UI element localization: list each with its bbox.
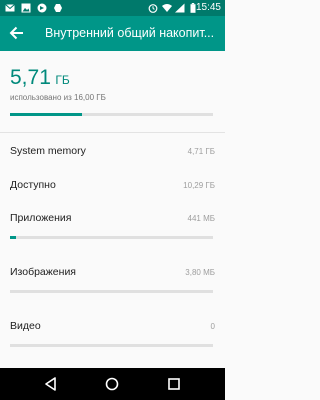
row-label: Изображения [10,266,76,278]
used-amount: 5,71 ГБ [10,66,70,90]
row-available[interactable]: Доступно 10,29 ГБ [0,168,225,201]
status-bar: 15:45 [0,0,225,16]
row-video[interactable]: Видео 0 [0,307,225,368]
storage-progress-fill [10,113,83,116]
storage-progress-bar [10,113,213,116]
sync-icon [37,3,47,13]
row-label: Приложения [10,212,72,224]
row-progress-fill [10,236,17,239]
page-title: Внутренний общий накопит... [45,26,215,40]
wifi-icon [162,4,172,12]
row-label: Видео [10,320,41,332]
mail-icon [5,4,15,12]
row-progress-bar [10,236,213,239]
used-unit: ГБ [55,73,70,87]
row-progress-bar [10,344,213,347]
home-circle-icon[interactable] [104,376,120,392]
row-value: 441 МБ [187,214,215,223]
alarm-icon [148,4,158,13]
used-of-total-text: использовано из 16,00 ГБ [10,93,106,102]
storage-summary: 5,71 ГБ использовано из 16,00 ГБ [0,51,225,132]
row-value: 10,29 ГБ [183,181,215,190]
row-apps[interactable]: Приложения 441 МБ [0,201,225,253]
row-value: 4,71 ГБ [187,147,215,156]
cell-signal-icon [175,3,185,13]
recents-square-icon[interactable] [166,376,182,392]
row-label: Доступно [10,179,56,191]
cloud-icon [54,4,62,12]
row-system-memory[interactable]: System memory 4,71 ГБ [0,133,225,168]
back-arrow-icon[interactable] [6,22,28,44]
used-value: 5,71 [10,66,51,89]
row-value: 0 [210,322,215,331]
back-triangle-icon[interactable] [43,376,59,392]
row-progress-bar [10,290,213,293]
row-label: System memory [10,145,86,157]
status-time: 15:45 [195,2,221,13]
app-bar: Внутренний общий накопит... [0,16,225,51]
navigation-bar [0,368,225,400]
image-icon [21,3,31,13]
row-images[interactable]: Изображения 3,80 МБ [0,253,225,307]
row-value: 3,80 МБ [185,268,215,277]
